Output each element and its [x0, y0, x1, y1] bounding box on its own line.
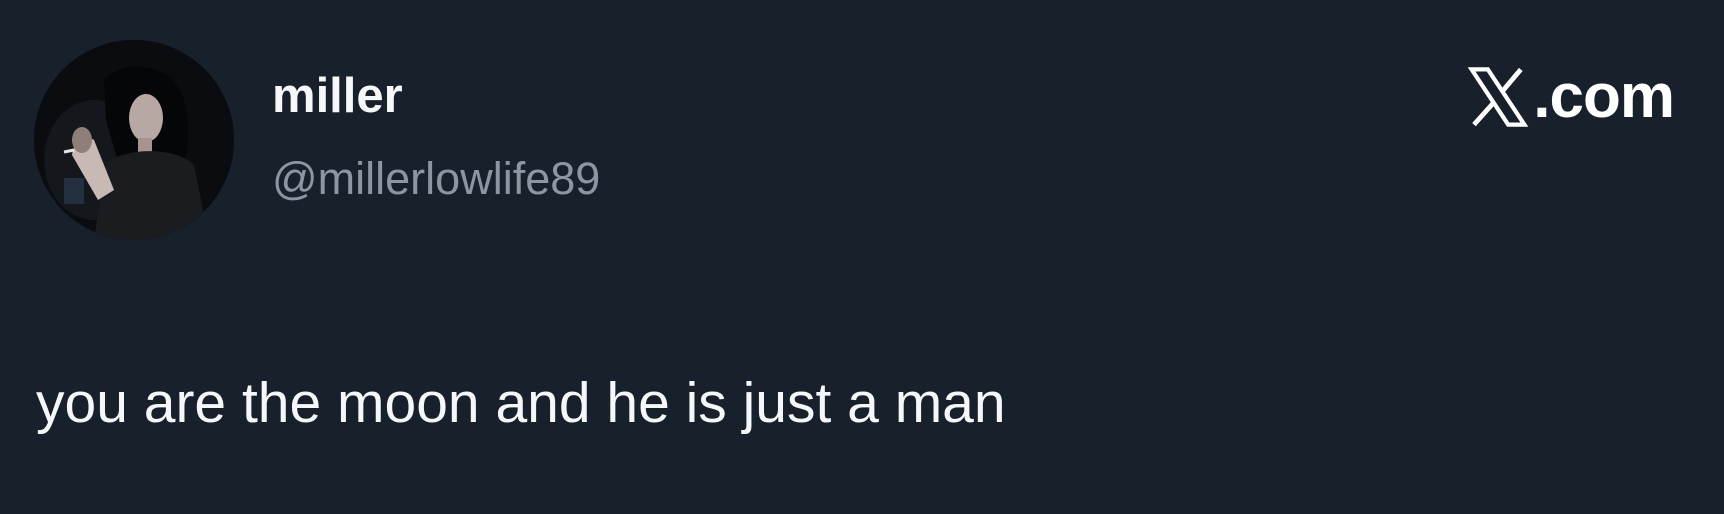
avatar[interactable]: [34, 40, 234, 240]
x-logo-icon: [1467, 67, 1529, 127]
brand-watermark: .com: [1467, 62, 1675, 131]
tweet-text: you are the moon and he is just a man: [36, 371, 1006, 435]
brand-domain: .com: [1533, 62, 1675, 131]
display-name[interactable]: miller: [272, 72, 403, 121]
user-handle[interactable]: @millerlowlife89: [272, 156, 600, 201]
tweet-card: miller @millerlowlife89 .com you are the…: [0, 0, 1724, 514]
profile-photo-icon: [34, 40, 234, 240]
